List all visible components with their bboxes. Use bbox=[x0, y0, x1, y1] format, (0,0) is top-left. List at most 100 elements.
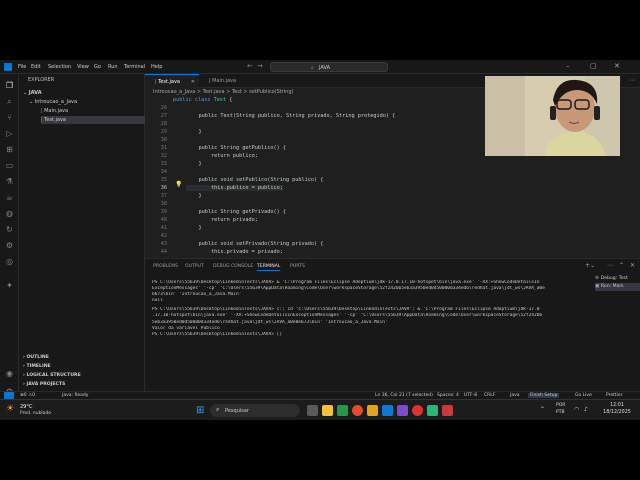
keyboard-layout[interactable]: PTB bbox=[556, 410, 565, 415]
go-live[interactable]: Go Live bbox=[575, 393, 592, 398]
extensions-icon[interactable]: ⊞ bbox=[4, 144, 15, 155]
menu-run[interactable]: Run bbox=[108, 64, 118, 70]
live-share-icon[interactable]: ↻ bbox=[4, 224, 15, 235]
more-actions-icon[interactable]: ⋯ bbox=[607, 262, 613, 269]
bottom-panel: PROBLEMS OUTPUT DEBUG CONSOLE TERMINAL P… bbox=[145, 258, 640, 406]
tray-chevron-icon[interactable]: ⌃ bbox=[540, 406, 545, 413]
session-debug-test[interactable]: ⚙ Debug: Test bbox=[595, 275, 640, 283]
section-label: LOGICAL STRUCTURE bbox=[26, 373, 81, 378]
testing-icon[interactable]: ⚗ bbox=[4, 176, 15, 187]
minimize-icon[interactable]: – bbox=[566, 62, 570, 70]
search-sidebar-icon[interactable]: ⌕ bbox=[4, 96, 15, 107]
line-number: 44 bbox=[160, 249, 167, 255]
eol[interactable]: CRLF bbox=[484, 393, 495, 398]
terminal-output[interactable]: PS C:\Users\55639\Desktop\LinkedinTests\… bbox=[152, 280, 592, 338]
app-icon[interactable] bbox=[442, 405, 453, 416]
search-label: JAVA bbox=[319, 64, 331, 71]
close-icon[interactable]: ✕ bbox=[614, 62, 620, 70]
java-status[interactable]: Java: Ready bbox=[62, 393, 88, 398]
terminal-line: null bbox=[152, 298, 163, 304]
encoding[interactable]: UTF-8 bbox=[464, 393, 477, 398]
section-java-projects[interactable]: › JAVA PROJECTS bbox=[23, 381, 149, 389]
panel-tab-terminal[interactable]: TERMINAL bbox=[257, 264, 281, 271]
java-projects-icon[interactable]: ☕ bbox=[4, 192, 15, 203]
line-number: 27 bbox=[160, 113, 167, 119]
panel-tab-output[interactable]: OUTPUT bbox=[185, 264, 204, 269]
run-debug-icon[interactable]: ▷ bbox=[4, 128, 15, 139]
panel-tab-problems[interactable]: PROBLEMS bbox=[153, 264, 178, 269]
session-label: Debug: Test bbox=[600, 276, 628, 281]
language-indicator[interactable]: POR bbox=[556, 403, 565, 408]
session-run-main[interactable]: ▣ Run: Main bbox=[595, 283, 640, 291]
code-line: } bbox=[186, 225, 202, 231]
task-view-icon[interactable] bbox=[307, 405, 318, 416]
close-panel-icon[interactable]: ✕ bbox=[630, 262, 635, 269]
remote-explorer-icon[interactable]: ▭ bbox=[4, 160, 15, 171]
chrome-icon[interactable] bbox=[352, 405, 363, 416]
code-line: } bbox=[186, 193, 202, 199]
copilot-icon[interactable]: ◎ bbox=[4, 256, 15, 267]
account-icon[interactable]: ◉ bbox=[4, 368, 15, 379]
webcam-overlay bbox=[485, 76, 620, 156]
menu-file[interactable]: File bbox=[18, 64, 26, 70]
explorer-icon[interactable]: ❐ bbox=[4, 80, 15, 91]
menu-edit[interactable]: Edit bbox=[31, 64, 41, 70]
chat-icon[interactable]: ✦ bbox=[4, 280, 15, 291]
errors-warnings[interactable]: ⊗0 ⚠0 bbox=[20, 393, 35, 398]
tab-test-java[interactable]: J Test.java ✕ bbox=[145, 74, 199, 88]
back-arrow-icon[interactable]: ← bbox=[247, 62, 253, 70]
line-number: 28 bbox=[160, 121, 167, 127]
source-control-icon[interactable]: ⑂ bbox=[4, 112, 15, 123]
finish-setup[interactable]: Finish Setup bbox=[528, 393, 560, 398]
line-number: 37 bbox=[160, 193, 167, 199]
file-test-java[interactable]: J Test.java bbox=[41, 116, 145, 124]
maximize-icon[interactable]: ▢ bbox=[590, 62, 597, 70]
section-timeline[interactable]: › TIMELINE bbox=[23, 363, 149, 371]
section-label: OUTLINE bbox=[26, 355, 49, 360]
section-outline[interactable]: › OUTLINE bbox=[23, 354, 149, 362]
close-tab-icon[interactable]: ✕ bbox=[191, 75, 195, 89]
forward-arrow-icon[interactable]: → bbox=[257, 62, 263, 70]
store-icon[interactable] bbox=[337, 405, 348, 416]
prettier[interactable]: Prettier bbox=[606, 393, 623, 398]
app-icon[interactable] bbox=[397, 405, 408, 416]
language-mode[interactable]: Java bbox=[510, 393, 520, 398]
menu-view[interactable]: View bbox=[77, 64, 89, 70]
menu-terminal[interactable]: Terminal bbox=[124, 64, 145, 70]
code-line: public void setPrivado(String privado) { bbox=[186, 241, 324, 247]
panel-tab-debug-console[interactable]: DEBUG CONSOLE bbox=[213, 264, 253, 269]
app-icon[interactable] bbox=[427, 405, 438, 416]
indent-setting[interactable]: Spaces: 4 bbox=[437, 393, 459, 398]
more-actions-icon[interactable]: ⋯ bbox=[629, 77, 635, 84]
menu-go[interactable]: Go bbox=[94, 64, 101, 70]
docker-icon[interactable]: ⚙ bbox=[4, 240, 15, 251]
clock-date[interactable]: 18/12/2025 bbox=[602, 410, 632, 415]
clock-time[interactable]: 12:01 bbox=[602, 403, 632, 408]
file-explorer-icon[interactable] bbox=[322, 405, 333, 416]
new-terminal-icon[interactable]: +⌄ bbox=[585, 262, 595, 269]
maximize-panel-icon[interactable]: ⌃ bbox=[619, 262, 624, 269]
volume-icon[interactable]: ♪ bbox=[584, 406, 588, 413]
weather-icon: ☀ bbox=[6, 404, 15, 414]
menu-help[interactable]: Help bbox=[151, 64, 162, 70]
line-number: 26 bbox=[160, 105, 167, 111]
github-icon[interactable]: ◍ bbox=[4, 208, 15, 219]
start-icon[interactable]: ⊞ bbox=[196, 405, 204, 416]
tree-root[interactable]: ⌄ JAVA bbox=[23, 89, 149, 97]
weather-temp[interactable]: 29°C bbox=[20, 404, 32, 410]
menu-selection[interactable]: Selection bbox=[48, 64, 71, 70]
cursor-position[interactable]: Ln 36, Col 21 (7 selected) bbox=[375, 393, 433, 398]
activity-bar: ❐ ⌕ ⑂ ▷ ⊞ ▭ ⚗ ☕ ◍ ↻ ⚙ ◎ ✦ ◉ ⚙ bbox=[0, 74, 19, 406]
wifi-icon[interactable]: ◠ bbox=[574, 406, 579, 413]
tree-folder[interactable]: ⌄ Introucao_a_Java bbox=[29, 98, 155, 106]
lightbulb-icon[interactable]: 💡 bbox=[175, 181, 182, 188]
remote-indicator-icon[interactable] bbox=[4, 392, 14, 399]
panel-tab-ports[interactable]: PORTS bbox=[290, 264, 305, 269]
tab-main-java[interactable]: J Main.java bbox=[199, 74, 251, 88]
command-center-search[interactable]: ⌕ JAVA bbox=[270, 62, 388, 72]
vscode-taskbar-icon[interactable] bbox=[382, 405, 393, 416]
app-icon[interactable] bbox=[367, 405, 378, 416]
section-logical-structure[interactable]: › LOGICAL STRUCTURE bbox=[23, 372, 149, 380]
app-icon[interactable] bbox=[412, 405, 423, 416]
taskbar-search[interactable]: ⌕ Pesquisar bbox=[210, 404, 300, 417]
